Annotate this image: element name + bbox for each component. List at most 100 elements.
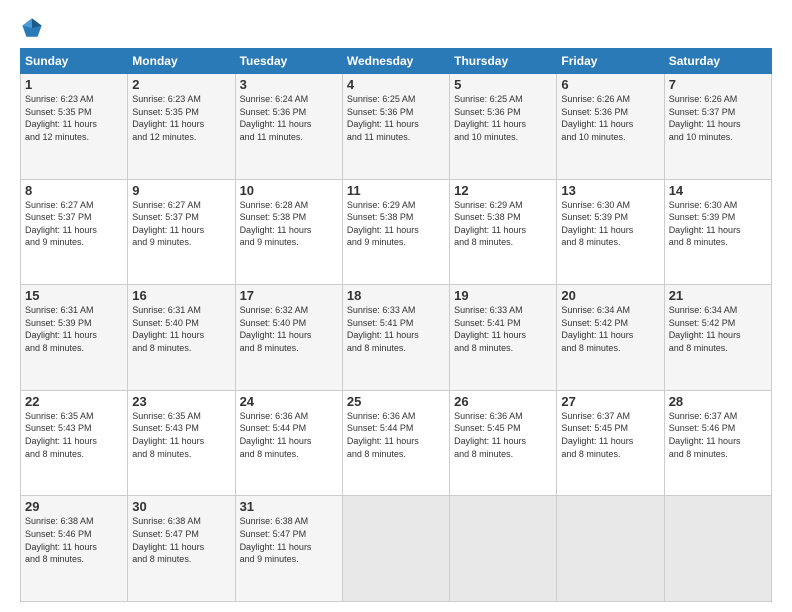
- day-cell: 5 Sunrise: 6:25 AMSunset: 5:36 PMDayligh…: [450, 74, 557, 180]
- day-number: 31: [240, 499, 338, 514]
- day-info: Sunrise: 6:33 AMSunset: 5:41 PMDaylight:…: [454, 304, 552, 354]
- day-header-tuesday: Tuesday: [235, 49, 342, 74]
- day-info: Sunrise: 6:30 AMSunset: 5:39 PMDaylight:…: [669, 199, 767, 249]
- logo-area: [20, 16, 52, 40]
- day-cell: 1 Sunrise: 6:23 AMSunset: 5:35 PMDayligh…: [21, 74, 128, 180]
- day-info: Sunrise: 6:38 AMSunset: 5:47 PMDaylight:…: [132, 515, 230, 565]
- day-info: Sunrise: 6:37 AMSunset: 5:46 PMDaylight:…: [669, 410, 767, 460]
- day-cell: 8 Sunrise: 6:27 AMSunset: 5:37 PMDayligh…: [21, 179, 128, 285]
- day-cell: 6 Sunrise: 6:26 AMSunset: 5:36 PMDayligh…: [557, 74, 664, 180]
- page: SundayMondayTuesdayWednesdayThursdayFrid…: [0, 0, 792, 612]
- day-cell: 18 Sunrise: 6:33 AMSunset: 5:41 PMDaylig…: [342, 285, 449, 391]
- day-number: 4: [347, 77, 445, 92]
- header-row: SundayMondayTuesdayWednesdayThursdayFrid…: [21, 49, 772, 74]
- day-header-wednesday: Wednesday: [342, 49, 449, 74]
- day-number: 9: [132, 183, 230, 198]
- day-cell: 29 Sunrise: 6:38 AMSunset: 5:46 PMDaylig…: [21, 496, 128, 602]
- day-info: Sunrise: 6:29 AMSunset: 5:38 PMDaylight:…: [454, 199, 552, 249]
- day-info: Sunrise: 6:23 AMSunset: 5:35 PMDaylight:…: [132, 93, 230, 143]
- day-info: Sunrise: 6:26 AMSunset: 5:36 PMDaylight:…: [561, 93, 659, 143]
- day-info: Sunrise: 6:23 AMSunset: 5:35 PMDaylight:…: [25, 93, 123, 143]
- week-row-1: 1 Sunrise: 6:23 AMSunset: 5:35 PMDayligh…: [21, 74, 772, 180]
- week-row-5: 29 Sunrise: 6:38 AMSunset: 5:46 PMDaylig…: [21, 496, 772, 602]
- day-cell: [342, 496, 449, 602]
- logo-icon: [20, 16, 44, 40]
- day-number: 15: [25, 288, 123, 303]
- day-number: 25: [347, 394, 445, 409]
- day-info: Sunrise: 6:24 AMSunset: 5:36 PMDaylight:…: [240, 93, 338, 143]
- day-number: 1: [25, 77, 123, 92]
- day-info: Sunrise: 6:29 AMSunset: 5:38 PMDaylight:…: [347, 199, 445, 249]
- day-number: 5: [454, 77, 552, 92]
- day-header-sunday: Sunday: [21, 49, 128, 74]
- day-cell: 21 Sunrise: 6:34 AMSunset: 5:42 PMDaylig…: [664, 285, 771, 391]
- day-number: 17: [240, 288, 338, 303]
- day-number: 11: [347, 183, 445, 198]
- day-cell: 17 Sunrise: 6:32 AMSunset: 5:40 PMDaylig…: [235, 285, 342, 391]
- day-number: 3: [240, 77, 338, 92]
- day-cell: 31 Sunrise: 6:38 AMSunset: 5:47 PMDaylig…: [235, 496, 342, 602]
- day-number: 12: [454, 183, 552, 198]
- day-number: 28: [669, 394, 767, 409]
- day-info: Sunrise: 6:31 AMSunset: 5:40 PMDaylight:…: [132, 304, 230, 354]
- day-number: 27: [561, 394, 659, 409]
- day-number: 7: [669, 77, 767, 92]
- calendar-table: SundayMondayTuesdayWednesdayThursdayFrid…: [20, 48, 772, 602]
- day-number: 29: [25, 499, 123, 514]
- day-info: Sunrise: 6:27 AMSunset: 5:37 PMDaylight:…: [132, 199, 230, 249]
- day-cell: 13 Sunrise: 6:30 AMSunset: 5:39 PMDaylig…: [557, 179, 664, 285]
- day-cell: 27 Sunrise: 6:37 AMSunset: 5:45 PMDaylig…: [557, 390, 664, 496]
- week-row-4: 22 Sunrise: 6:35 AMSunset: 5:43 PMDaylig…: [21, 390, 772, 496]
- day-cell: [450, 496, 557, 602]
- day-info: Sunrise: 6:25 AMSunset: 5:36 PMDaylight:…: [454, 93, 552, 143]
- day-cell: 15 Sunrise: 6:31 AMSunset: 5:39 PMDaylig…: [21, 285, 128, 391]
- day-number: 16: [132, 288, 230, 303]
- day-number: 10: [240, 183, 338, 198]
- day-cell: 3 Sunrise: 6:24 AMSunset: 5:36 PMDayligh…: [235, 74, 342, 180]
- day-cell: [557, 496, 664, 602]
- day-cell: 20 Sunrise: 6:34 AMSunset: 5:42 PMDaylig…: [557, 285, 664, 391]
- day-header-monday: Monday: [128, 49, 235, 74]
- day-cell: 11 Sunrise: 6:29 AMSunset: 5:38 PMDaylig…: [342, 179, 449, 285]
- day-info: Sunrise: 6:28 AMSunset: 5:38 PMDaylight:…: [240, 199, 338, 249]
- day-cell: 26 Sunrise: 6:36 AMSunset: 5:45 PMDaylig…: [450, 390, 557, 496]
- day-number: 24: [240, 394, 338, 409]
- day-number: 30: [132, 499, 230, 514]
- day-info: Sunrise: 6:35 AMSunset: 5:43 PMDaylight:…: [25, 410, 123, 460]
- day-info: Sunrise: 6:36 AMSunset: 5:44 PMDaylight:…: [347, 410, 445, 460]
- day-cell: 25 Sunrise: 6:36 AMSunset: 5:44 PMDaylig…: [342, 390, 449, 496]
- day-info: Sunrise: 6:34 AMSunset: 5:42 PMDaylight:…: [669, 304, 767, 354]
- day-cell: 28 Sunrise: 6:37 AMSunset: 5:46 PMDaylig…: [664, 390, 771, 496]
- day-number: 22: [25, 394, 123, 409]
- week-row-2: 8 Sunrise: 6:27 AMSunset: 5:37 PMDayligh…: [21, 179, 772, 285]
- day-cell: 10 Sunrise: 6:28 AMSunset: 5:38 PMDaylig…: [235, 179, 342, 285]
- day-number: 8: [25, 183, 123, 198]
- day-cell: 30 Sunrise: 6:38 AMSunset: 5:47 PMDaylig…: [128, 496, 235, 602]
- header: [20, 16, 772, 40]
- day-header-thursday: Thursday: [450, 49, 557, 74]
- day-info: Sunrise: 6:33 AMSunset: 5:41 PMDaylight:…: [347, 304, 445, 354]
- day-info: Sunrise: 6:38 AMSunset: 5:46 PMDaylight:…: [25, 515, 123, 565]
- day-cell: 7 Sunrise: 6:26 AMSunset: 5:37 PMDayligh…: [664, 74, 771, 180]
- day-info: Sunrise: 6:30 AMSunset: 5:39 PMDaylight:…: [561, 199, 659, 249]
- day-cell: 14 Sunrise: 6:30 AMSunset: 5:39 PMDaylig…: [664, 179, 771, 285]
- day-number: 18: [347, 288, 445, 303]
- day-header-friday: Friday: [557, 49, 664, 74]
- day-info: Sunrise: 6:38 AMSunset: 5:47 PMDaylight:…: [240, 515, 338, 565]
- day-number: 19: [454, 288, 552, 303]
- day-info: Sunrise: 6:36 AMSunset: 5:45 PMDaylight:…: [454, 410, 552, 460]
- day-info: Sunrise: 6:35 AMSunset: 5:43 PMDaylight:…: [132, 410, 230, 460]
- day-cell: 2 Sunrise: 6:23 AMSunset: 5:35 PMDayligh…: [128, 74, 235, 180]
- day-number: 20: [561, 288, 659, 303]
- day-cell: [664, 496, 771, 602]
- day-cell: 23 Sunrise: 6:35 AMSunset: 5:43 PMDaylig…: [128, 390, 235, 496]
- day-info: Sunrise: 6:34 AMSunset: 5:42 PMDaylight:…: [561, 304, 659, 354]
- day-number: 13: [561, 183, 659, 198]
- day-cell: 4 Sunrise: 6:25 AMSunset: 5:36 PMDayligh…: [342, 74, 449, 180]
- day-cell: 12 Sunrise: 6:29 AMSunset: 5:38 PMDaylig…: [450, 179, 557, 285]
- day-cell: 9 Sunrise: 6:27 AMSunset: 5:37 PMDayligh…: [128, 179, 235, 285]
- day-number: 23: [132, 394, 230, 409]
- week-row-3: 15 Sunrise: 6:31 AMSunset: 5:39 PMDaylig…: [21, 285, 772, 391]
- day-number: 14: [669, 183, 767, 198]
- day-cell: 19 Sunrise: 6:33 AMSunset: 5:41 PMDaylig…: [450, 285, 557, 391]
